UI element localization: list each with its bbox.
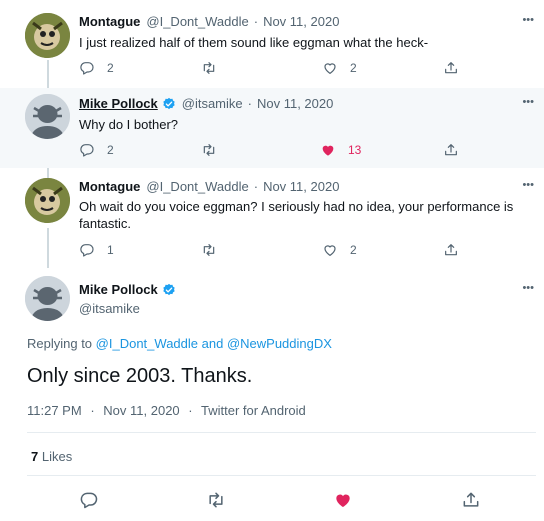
retweet-icon — [201, 242, 217, 258]
avatar[interactable] — [25, 13, 70, 58]
heart-icon — [322, 60, 338, 76]
avatar[interactable] — [25, 276, 70, 321]
replying-to: Replying to @I_Dont_Waddle and @NewPuddi… — [27, 336, 332, 351]
tweet-text: I just realized half of them sound like … — [79, 35, 429, 50]
thread-line — [47, 168, 49, 178]
share-icon — [443, 142, 459, 158]
reply-icon — [79, 60, 95, 76]
tweet-date[interactable]: Nov 11, 2020 — [263, 14, 339, 29]
verified-badge-icon — [162, 283, 176, 297]
avatar[interactable] — [25, 178, 70, 223]
tweet-date[interactable]: Nov 11, 2020 — [103, 403, 179, 418]
tweet-1[interactable]: Montague @I_Dont_Waddle · Nov 11, 2020 •… — [0, 0, 544, 88]
retweet-button[interactable] — [201, 60, 217, 76]
thread-line — [47, 60, 49, 88]
tweet-date[interactable]: Nov 11, 2020 — [257, 96, 333, 111]
tweet-header: Montague @I_Dont_Waddle · Nov 11, 2020 — [79, 14, 339, 29]
reply-count: 2 — [107, 61, 114, 75]
reply-button[interactable]: 1 — [79, 242, 114, 258]
mention-link[interactable]: @I_Dont_Waddle — [96, 336, 198, 351]
retweet-icon — [201, 60, 217, 76]
reply-button[interactable]: 2 — [79, 142, 114, 158]
user-handle[interactable]: @I_Dont_Waddle — [146, 179, 248, 194]
share-icon — [443, 60, 459, 76]
tweet-actions: 1 2 — [79, 242, 459, 260]
tweet-header: Montague @I_Dont_Waddle · Nov 11, 2020 — [79, 179, 339, 194]
separator: · — [253, 179, 259, 194]
likes-label: Likes — [41, 449, 73, 464]
likes-count-link[interactable]: 7 Likes — [31, 449, 72, 464]
replying-prefix: Replying to — [27, 336, 93, 351]
user-handle[interactable]: @I_Dont_Waddle — [146, 14, 248, 29]
share-button[interactable] — [443, 142, 459, 158]
tweet-meta: 11:27 PM · Nov 11, 2020 · Twitter for An… — [27, 403, 306, 418]
reply-button[interactable] — [79, 490, 99, 510]
retweet-button[interactable] — [201, 242, 217, 258]
like-button[interactable]: 2 — [322, 242, 357, 258]
more-icon[interactable]: ••• — [522, 179, 534, 191]
tweet-text: Why do I bother? — [79, 117, 178, 132]
share-icon — [461, 490, 481, 510]
retweet-icon — [206, 490, 226, 510]
like-count: 2 — [350, 243, 357, 257]
retweet-icon — [201, 142, 217, 158]
display-name[interactable]: Montague — [79, 179, 140, 194]
share-button[interactable] — [461, 490, 481, 510]
retweet-button[interactable] — [201, 142, 217, 158]
more-icon[interactable]: ••• — [522, 282, 534, 294]
divider — [27, 475, 536, 476]
avatar[interactable] — [25, 94, 70, 139]
reply-button[interactable]: 2 — [79, 60, 114, 76]
heart-icon — [320, 142, 336, 158]
heart-icon — [322, 242, 338, 258]
divider — [27, 432, 536, 433]
reply-count: 2 — [107, 143, 114, 157]
reply-count: 1 — [107, 243, 114, 257]
main-tweet-text: Only since 2003. Thanks. — [27, 365, 253, 387]
verified-badge-icon — [162, 97, 176, 111]
like-count: 2 — [350, 61, 357, 75]
heart-icon — [333, 490, 353, 510]
more-icon[interactable]: ••• — [522, 96, 534, 108]
display-name[interactable]: Mike Pollock — [79, 282, 158, 297]
separator: · — [253, 14, 259, 29]
like-button[interactable] — [333, 490, 353, 510]
like-button[interactable]: 2 — [322, 60, 357, 76]
retweet-button[interactable] — [206, 490, 226, 510]
user-handle[interactable]: @itsamike — [182, 96, 243, 111]
tweet-source[interactable]: Twitter for Android — [201, 403, 306, 418]
tweet-text: Oh wait do you voice eggman? I seriously… — [79, 199, 514, 231]
mention-link[interactable]: @NewPuddingDX — [227, 336, 332, 351]
more-icon[interactable]: ••• — [522, 14, 534, 26]
thread-line — [47, 228, 49, 268]
like-button[interactable]: 13 — [320, 142, 361, 158]
main-tweet-actions — [0, 490, 544, 510]
tweet-3[interactable]: Montague @I_Dont_Waddle · Nov 11, 2020 •… — [0, 168, 544, 268]
display-name[interactable]: Mike Pollock — [79, 96, 158, 111]
tweet-actions: 2 13 — [79, 142, 459, 160]
tweet-time[interactable]: 11:27 PM — [27, 403, 82, 418]
reply-icon — [79, 490, 99, 510]
tweet-date[interactable]: Nov 11, 2020 — [263, 179, 339, 194]
replying-and: and — [201, 336, 224, 351]
separator: · — [188, 403, 193, 418]
share-button[interactable] — [443, 60, 459, 76]
likes-count: 7 — [31, 449, 39, 464]
user-handle[interactable]: @itsamike — [79, 301, 140, 316]
tweet-header: Mike Pollock @itsamike · Nov 11, 2020 — [79, 96, 333, 111]
main-tweet-handle-row: @itsamike — [79, 301, 140, 316]
like-count: 13 — [348, 143, 362, 157]
separator: · — [247, 96, 252, 111]
share-button[interactable] — [443, 242, 459, 258]
share-icon — [443, 242, 459, 258]
reply-icon — [79, 242, 95, 258]
tweet-actions: 2 2 — [79, 60, 459, 78]
reply-icon — [79, 142, 95, 158]
tweet-2[interactable]: Mike Pollock @itsamike · Nov 11, 2020 ••… — [0, 88, 544, 168]
display-name[interactable]: Montague — [79, 14, 140, 29]
main-tweet-header: Mike Pollock — [79, 282, 176, 297]
separator: · — [90, 403, 95, 418]
